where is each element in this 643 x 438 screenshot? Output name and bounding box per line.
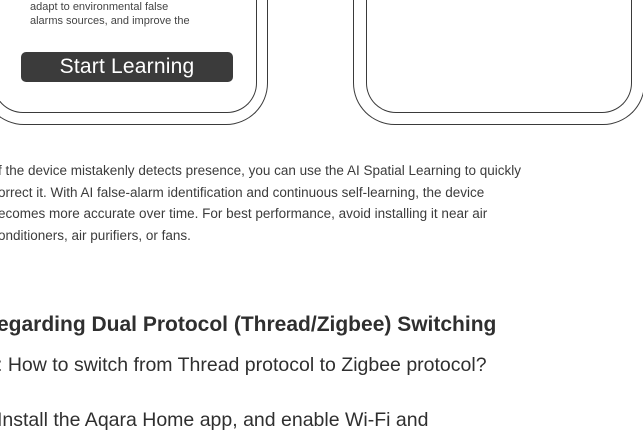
paragraph-line: ecomes more accurate over time. For best…: [0, 206, 488, 221]
phone-screen-right: [366, 0, 632, 113]
screen-text-line: adapt to environmental false: [30, 1, 169, 13]
phone-illustration-left: adapt to environmental false alarms sour…: [0, 0, 268, 125]
paragraph-line: onditioners, air purifiers, or fans.: [0, 227, 191, 243]
paragraph-line: f the device mistakenly detects presence…: [0, 163, 522, 178]
faq-question: : How to switch from Thread protocol to …: [0, 354, 487, 376]
phone-screen-left: adapt to environmental false alarms sour…: [0, 0, 257, 113]
start-learning-button[interactable]: Start Learning: [21, 52, 233, 82]
description-paragraph: f the device mistakenly detects presence…: [0, 160, 638, 246]
phone-illustration-right: [353, 0, 643, 125]
screen-description: adapt to environmental false alarms sour…: [30, 0, 230, 28]
paragraph-line: orrect it. With AI false-alarm identific…: [0, 184, 485, 200]
instruction-step: Install the Aqara Home app, and enable W…: [0, 409, 429, 431]
screen-text-line: alarms sources, and improve the: [30, 15, 190, 27]
section-heading: egarding Dual Protocol (Thread/Zigbee) S…: [0, 313, 497, 336]
